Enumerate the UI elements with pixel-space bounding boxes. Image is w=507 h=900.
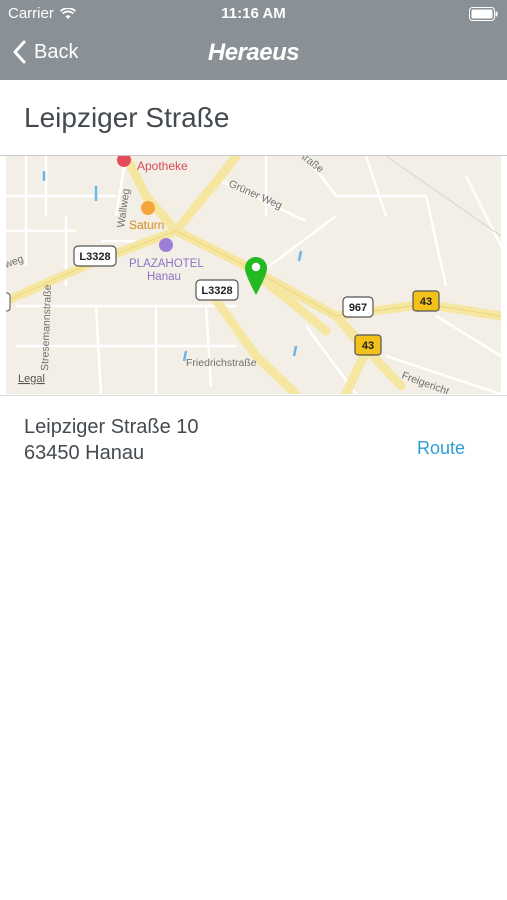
battery-icon	[469, 7, 498, 21]
status-bar: Carrier 11:16 AM	[0, 0, 507, 28]
route-button[interactable]: Route	[417, 438, 465, 459]
title-row: Leipziger Straße	[0, 80, 507, 156]
navigation-bar: Back Heraeus	[0, 28, 507, 80]
hotel-label-line2: Hanau	[147, 271, 181, 283]
road-badge-43-b-label: 43	[362, 340, 374, 352]
road-badge-43-a-label: 43	[420, 296, 432, 308]
map-legal-link[interactable]: Legal	[18, 373, 45, 385]
map-view[interactable]: Apotheke Saturn PLAZAHOTEL Hanau Grüner …	[6, 156, 501, 394]
hotel-label-line1: PLAZAHOTEL	[129, 258, 204, 270]
road-badge-43-a: 43	[412, 290, 440, 312]
map-canvas: Apotheke Saturn PLAZAHOTEL Hanau Grüner …	[6, 156, 501, 394]
saturn-label: Saturn	[129, 218, 164, 232]
road-badge-967-label: 967	[349, 302, 367, 314]
address-street: Leipziger Straße 10	[24, 416, 199, 438]
heraeus-logo: Heraeus	[207, 39, 300, 66]
page-title: Leipziger Straße	[24, 102, 230, 133]
clock: 11:16 AM	[221, 5, 286, 22]
pharmacy-label: Apotheke	[137, 159, 188, 173]
road-badge-967: 967	[342, 296, 374, 318]
address-city: 63450 Hanau	[24, 442, 145, 464]
address-row: Leipziger Straße 10 63450 Hanau Route	[0, 395, 507, 479]
road-badge-l3328-a-label: L3328	[79, 251, 110, 263]
road-badge-l3328-a: L3328	[73, 245, 117, 267]
road-badge-l3328-b-label: L3328	[201, 285, 232, 297]
road-badge-l3328-b: L3328	[195, 279, 239, 301]
street-label-friedrichstrasse: Friedrichstraße	[186, 357, 257, 369]
road-badge-43-b: 43	[354, 334, 382, 356]
